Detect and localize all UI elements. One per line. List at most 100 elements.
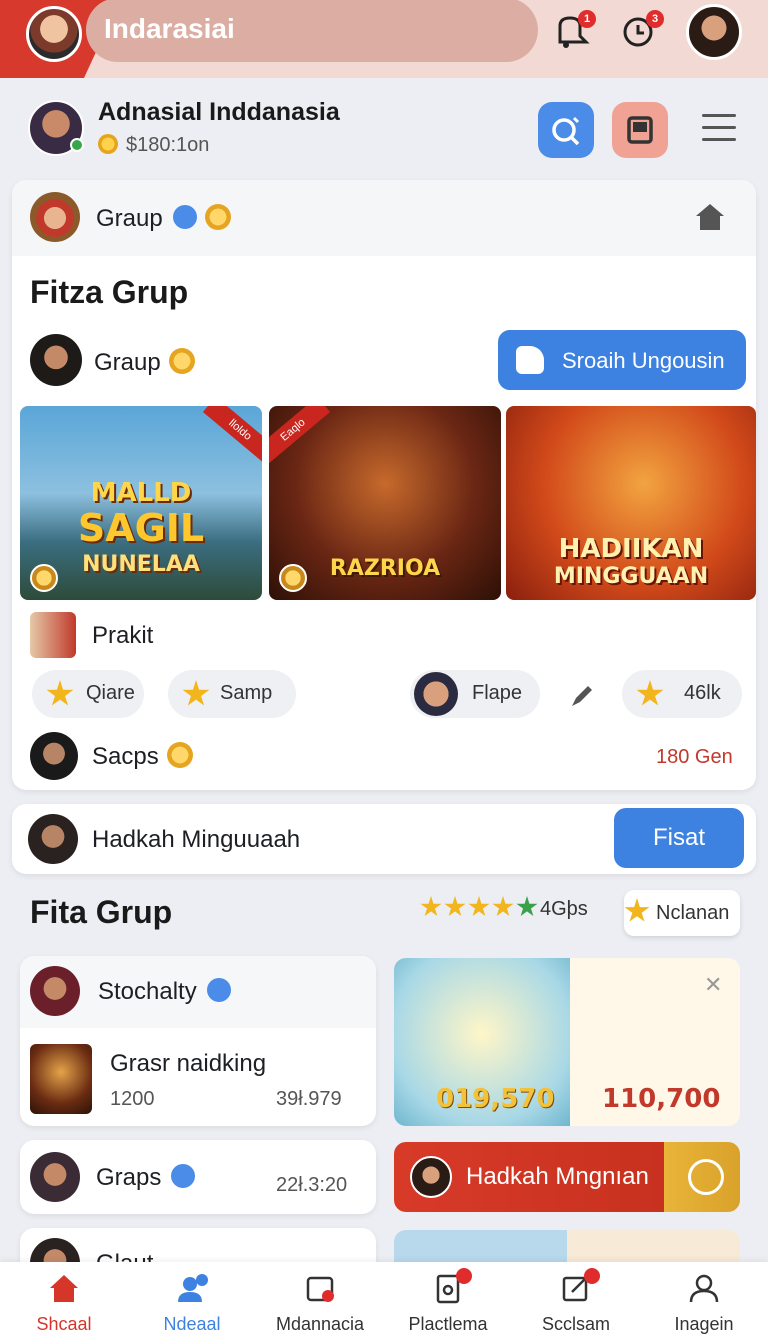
chip-samp[interactable]: Samp bbox=[168, 670, 296, 718]
item-thumbnail[interactable] bbox=[30, 1044, 92, 1114]
flag-icon bbox=[516, 346, 544, 374]
group-avatar[interactable] bbox=[30, 192, 80, 242]
medal-icon bbox=[30, 564, 58, 592]
promo-banner-1[interactable]: lloldo MALLD SAGIL NUNELAA bbox=[20, 406, 262, 600]
graps-card[interactable]: Graps 22ł.3:20 bbox=[20, 1140, 376, 1214]
rating-stars: 4Gþs bbox=[420, 896, 588, 930]
search-bar[interactable]: Indarasiai bbox=[86, 0, 538, 62]
medal-icon bbox=[204, 204, 231, 230]
nav-home[interactable]: Shcaal bbox=[0, 1262, 128, 1344]
weekly-banner-card: Hadkah Minguuaah Fisat bbox=[12, 804, 756, 874]
promo-banner-2[interactable]: Eaqlo RAZRIOA bbox=[269, 406, 501, 600]
pen-icon[interactable] bbox=[568, 680, 598, 710]
search-button[interactable] bbox=[538, 102, 594, 158]
star-icon bbox=[182, 680, 210, 706]
star-icon bbox=[624, 898, 650, 922]
banner-ribbon: Eaqlo bbox=[269, 406, 331, 464]
notification-badge: 1 bbox=[578, 10, 596, 28]
medal-icon bbox=[166, 742, 193, 768]
medal-icon bbox=[168, 348, 195, 374]
weekly-label: Hadkah Minguuaah bbox=[92, 826, 301, 853]
item-left-value: 1200 bbox=[110, 1088, 155, 1110]
banner-text-line1: HADIIKAN bbox=[558, 534, 704, 564]
group-row-avatar[interactable] bbox=[30, 334, 82, 386]
clock-icon bbox=[688, 1159, 724, 1195]
reward-value-1: 019,570 bbox=[436, 1084, 555, 1114]
stochalty-card[interactable]: Stochalty Grasr naidking 1200 39ł.979 bbox=[20, 956, 376, 1126]
nav-profile[interactable]: Inagein bbox=[640, 1262, 768, 1344]
medal-icon bbox=[279, 564, 307, 592]
star-icon bbox=[46, 680, 74, 706]
item-right-value: 39ł.979 bbox=[276, 1088, 342, 1110]
nav-platform[interactable]: Plactlema bbox=[384, 1262, 512, 1344]
flape-avatar bbox=[414, 672, 458, 716]
stochalty-avatar[interactable] bbox=[30, 966, 80, 1016]
stochalty-header: Stochalty bbox=[20, 956, 376, 1028]
inbox-icon bbox=[306, 1276, 334, 1302]
banner-text-line2: SAGIL bbox=[77, 506, 205, 550]
section2-title: Fita Grup bbox=[30, 894, 173, 930]
banner-ribbon: lloldo bbox=[202, 406, 262, 464]
user-avatar[interactable] bbox=[686, 4, 742, 60]
user-icon bbox=[689, 1274, 719, 1303]
nav-friends[interactable]: Ndeaal bbox=[128, 1262, 256, 1344]
search-text: Indarasiai bbox=[104, 13, 235, 44]
nav-badge bbox=[584, 1268, 600, 1284]
rating-text: 4Gþs bbox=[540, 898, 588, 920]
graps-label: Graps bbox=[96, 1164, 196, 1192]
banner-text-line2: MINGGUAAN bbox=[553, 564, 709, 589]
hamburger-menu-icon[interactable] bbox=[702, 114, 736, 144]
nav-badge bbox=[456, 1268, 472, 1284]
star-icon bbox=[636, 680, 664, 706]
bookmark-button[interactable] bbox=[612, 102, 668, 158]
profile-balance: $180:1on bbox=[98, 134, 209, 157]
prakit-thumbnail[interactable] bbox=[30, 612, 76, 658]
home-icon[interactable] bbox=[694, 202, 726, 232]
close-icon[interactable]: ✕ bbox=[704, 972, 722, 998]
nclanan-button[interactable]: Nclanan bbox=[624, 890, 740, 936]
nav-media[interactable]: Mdannacia bbox=[256, 1262, 384, 1344]
gen-count: 180 Gen bbox=[656, 746, 733, 768]
graps-avatar[interactable] bbox=[30, 1152, 80, 1202]
fisat-button[interactable]: Fisat bbox=[614, 808, 744, 868]
group-label: Graup bbox=[96, 204, 231, 233]
profile-name: Adnasial Inddanasia bbox=[98, 98, 340, 126]
balance-value: $180:1on bbox=[126, 134, 210, 156]
sacps-avatar[interactable] bbox=[30, 732, 78, 780]
profile-row: Adnasial Inddanasia $180:1on bbox=[0, 84, 768, 176]
promo-avatar bbox=[410, 1156, 452, 1198]
verified-icon bbox=[206, 978, 231, 1002]
profile-avatar[interactable] bbox=[28, 100, 84, 156]
top-bar: Indarasiai 1 3 bbox=[0, 0, 768, 78]
weekly-avatar[interactable] bbox=[28, 814, 78, 864]
message-icon[interactable]: 3 bbox=[620, 10, 664, 52]
reward-value-2: 110,700 bbox=[602, 1084, 721, 1114]
verified-icon bbox=[172, 205, 197, 229]
banner-text-line1: MALLD bbox=[90, 478, 192, 508]
app-logo-avatar[interactable] bbox=[26, 6, 82, 62]
graps-value: 22ł.3:20 bbox=[276, 1174, 348, 1196]
link-icon bbox=[171, 1164, 196, 1188]
section-title: Fitza Grup bbox=[30, 274, 189, 310]
join-group-button[interactable]: Sroaih Ungousin bbox=[498, 330, 746, 390]
prakit-label: Prakit bbox=[92, 622, 154, 649]
home-icon bbox=[50, 1275, 78, 1302]
bottom-navigation: Shcaal Ndeaal Mdannacia Plactlema Scclsa… bbox=[0, 1262, 768, 1344]
featured-group-card: Graup Fitza Grup Graup Sroaih Ungousin l… bbox=[12, 180, 756, 790]
weekly-reward-button[interactable]: Hadkah Mngnıan bbox=[394, 1142, 740, 1212]
chip-flape[interactable]: Flape bbox=[410, 670, 540, 718]
weekly-reward-label: Hadkah Mngnıan bbox=[466, 1163, 649, 1190]
sacps-label: Sacps bbox=[92, 742, 193, 771]
group-row-label: Graup bbox=[94, 348, 195, 377]
chip-rating[interactable]: 46lk bbox=[622, 670, 742, 718]
nav-social[interactable]: Scclsam bbox=[512, 1262, 640, 1344]
notification-bell-icon[interactable]: 1 bbox=[552, 10, 596, 52]
reward-promo-card[interactable]: 019,570 110,700 ✕ bbox=[394, 958, 740, 1126]
chip-qiare[interactable]: Qiare bbox=[32, 670, 144, 718]
item-title: Grasr naidking bbox=[110, 1050, 267, 1077]
promo-banner-3[interactable]: HADIIKAN MINGGUAAN bbox=[506, 406, 756, 600]
stochalty-label: Stochalty bbox=[98, 978, 231, 1006]
online-dot bbox=[70, 138, 84, 152]
users-icon bbox=[178, 1274, 208, 1302]
coin-icon bbox=[98, 134, 118, 154]
